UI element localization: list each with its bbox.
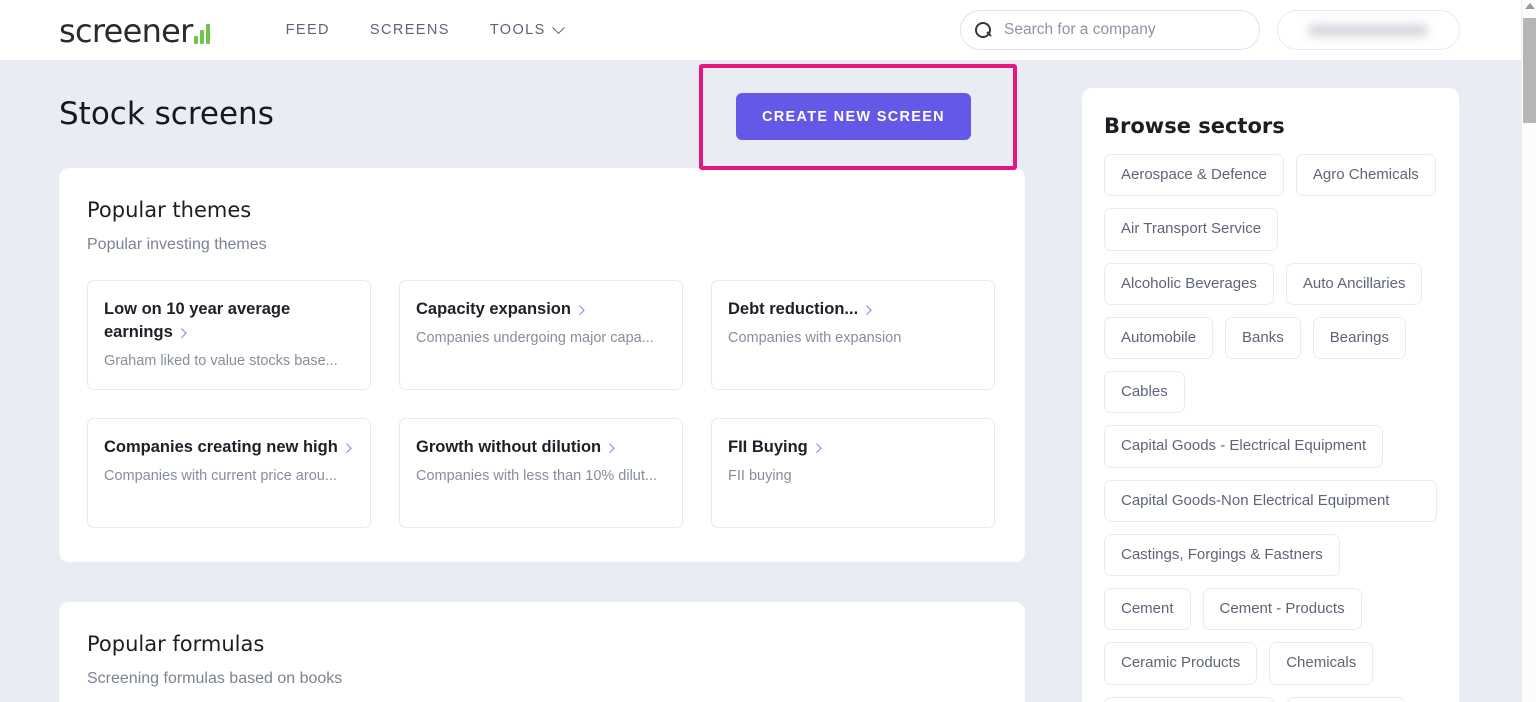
chevron-down-icon (551, 20, 565, 34)
redacted-user-name (1308, 25, 1428, 36)
nav-item-label: SCREENS (369, 22, 450, 38)
page-title: Stock screens (59, 96, 274, 132)
sector-tag-auto-ancillaries[interactable]: Auto Ancillaries (1285, 262, 1423, 305)
brand-logo[interactable]: screener (59, 13, 210, 47)
theme-card[interactable]: Capacity expansion Companies undergoing … (399, 280, 683, 390)
main-nav: FEED SCREENS TOOLS (266, 20, 583, 38)
chevron-right-icon (574, 305, 585, 316)
panel-subtitle: Popular investing themes (87, 236, 267, 253)
theme-card-title-text: Capacity expansion (416, 300, 571, 318)
panel-subtitle: Screening formulas based on books (87, 670, 343, 687)
theme-card-title: Low on 10 year average earnings (104, 298, 354, 344)
user-account-pill[interactable] (1277, 10, 1460, 50)
panel-title: Popular formulas (87, 632, 265, 656)
theme-card-desc: Graham liked to value stocks base... (104, 352, 338, 369)
sector-tag-agro-chemicals[interactable]: Agro Chemicals (1295, 154, 1436, 197)
browse-sectors-sidebar: Browse sectors Aerospace & Defence Agro … (1082, 88, 1459, 702)
theme-card-desc: Companies with less than 10% dilut... (416, 467, 657, 484)
sidebar-title: Browse sectors (1104, 114, 1285, 138)
nav-item-label: TOOLS (489, 22, 546, 38)
theme-card[interactable]: Growth without dilution Companies with l… (399, 418, 683, 528)
sector-tag-castings-forgings-fastners[interactable]: Castings, Forgings & Fastners (1104, 533, 1340, 576)
theme-card-title: FII Buying (728, 436, 978, 459)
theme-card-desc: FII buying (728, 467, 792, 484)
create-new-screen-button[interactable]: CREATE NEW SCREEN (736, 93, 971, 140)
sector-tag-capital-goods-electrical-equipment[interactable]: Capital Goods - Electrical Equipment (1104, 425, 1384, 468)
theme-card[interactable]: Companies creating new high Companies wi… (87, 418, 371, 528)
theme-card-desc: Companies with expansion (728, 329, 902, 346)
theme-card-title: Companies creating new high (104, 436, 354, 459)
theme-card-title-text: Growth without dilution (416, 438, 602, 456)
nav-item-screens[interactable]: SCREENS (350, 22, 470, 38)
top-navigation-bar: screener FEED SCREENS TOOLS Search for a… (0, 0, 1521, 60)
page-body: Stock screens Popular themes Popular inv… (0, 60, 1521, 702)
logo-wordmark: screener (59, 12, 193, 50)
theme-card-title-text: FII Buying (728, 438, 808, 456)
sector-tag-air-transport-service[interactable]: Air Transport Service (1104, 208, 1279, 251)
nav-item-label: FEED (285, 22, 330, 38)
popular-themes-panel: Popular themes Popular investing themes … (59, 168, 1025, 562)
sector-tag-ceramic-products[interactable]: Ceramic Products (1104, 642, 1258, 685)
sector-tag-alcoholic-beverages[interactable]: Alcoholic Beverages (1104, 262, 1274, 305)
sector-tag-chemicals[interactable]: Chemicals (1269, 642, 1374, 685)
popular-formulas-panel: Popular formulas Screening formulas base… (59, 602, 1025, 702)
sector-tag-list: Aerospace & Defence Agro Chemicals Air T… (1104, 154, 1437, 702)
theme-card-title: Capacity expansion (416, 298, 666, 321)
sector-tag-banks[interactable]: Banks (1225, 316, 1301, 359)
theme-card-desc: Companies with current price arou... (104, 467, 337, 484)
nav-item-feed[interactable]: FEED (266, 22, 350, 38)
theme-card-title-text: Low on 10 year average earnings (104, 300, 291, 341)
panel-title: Popular themes (87, 198, 252, 222)
search-input[interactable]: Search for a company (960, 10, 1260, 50)
nav-item-tools[interactable]: TOOLS (470, 20, 583, 38)
chevron-right-icon (341, 443, 352, 454)
scroll-up-arrow-icon[interactable] (1525, 3, 1535, 9)
chevron-right-icon (862, 305, 872, 316)
chevron-right-icon (811, 443, 822, 454)
chevron-right-icon (604, 443, 615, 454)
theme-card-title-text: Debt reduction... (728, 300, 859, 318)
theme-card-title: Debt reduction... (728, 298, 978, 321)
sector-tag-capital-goods-non-electrical-equipment[interactable]: Capital Goods-Non Electrical Equipment (1104, 479, 1437, 522)
theme-card-title-text: Companies creating new high (104, 438, 338, 456)
sector-tag-bearings[interactable]: Bearings (1312, 316, 1406, 359)
theme-card[interactable]: Low on 10 year average earnings Graham l… (87, 280, 371, 390)
scrollbar-thumb[interactable] (1523, 18, 1536, 123)
theme-card[interactable]: Debt reduction... Companies with expansi… (711, 280, 995, 390)
main-column: Stock screens Popular themes Popular inv… (59, 60, 1025, 702)
sector-tag-automobile[interactable]: Automobile (1104, 316, 1214, 359)
search-placeholder: Search for a company (1004, 21, 1156, 38)
sector-tag-construction[interactable]: Construction (1286, 696, 1405, 702)
theme-card-title: Growth without dilution (416, 436, 666, 459)
bar-chart-icon (193, 24, 210, 44)
sector-tag-computer-education[interactable]: Computer Education (1104, 696, 1275, 702)
sector-tag-cement[interactable]: Cement (1104, 588, 1191, 631)
page-scrollbar[interactable] (1521, 0, 1536, 702)
sector-tag-aerospace-defence[interactable]: Aerospace & Defence (1104, 154, 1284, 197)
sector-tag-cement-products[interactable]: Cement - Products (1202, 588, 1362, 631)
search-icon (975, 21, 992, 39)
sector-tag-cables[interactable]: Cables (1104, 371, 1185, 414)
app-viewport: screener FEED SCREENS TOOLS Search for a… (0, 0, 1536, 702)
theme-card[interactable]: FII Buying FII buying (711, 418, 995, 528)
themes-card-grid: Low on 10 year average earnings Graham l… (87, 280, 997, 528)
chevron-right-icon (176, 328, 187, 339)
theme-card-desc: Companies undergoing major capa... (416, 329, 654, 346)
